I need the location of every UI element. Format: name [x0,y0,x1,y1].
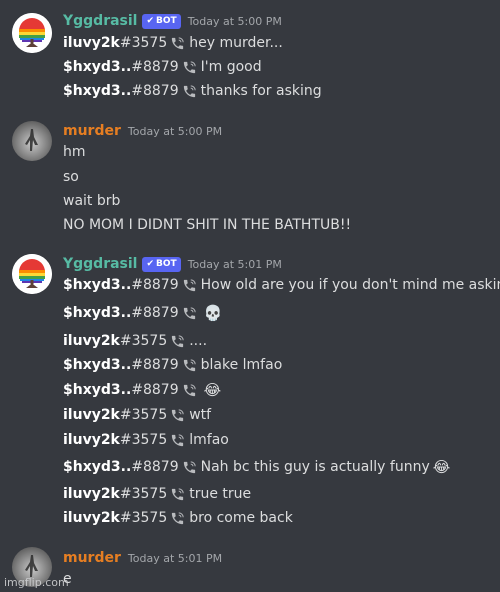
message-line: iluvy2k #3575 true true [63,484,251,504]
phone-icon [172,408,184,421]
caller-tag: #8879 [131,459,179,475]
message-header: Yggdrasil ✔ BOT Today at 5:00 PM [63,11,282,31]
message-text: lmfao [189,432,229,448]
caller-username: $hxyd3.. [63,459,132,475]
caller-username: iluvy2k [63,333,120,349]
message-text: so [63,169,79,185]
caller-username: $hxyd3.. [63,277,132,293]
message-text: Nah bc this guy is actually funny [200,459,430,475]
caller-username: $hxyd3.. [63,59,132,75]
figure-avatar-icon [25,129,38,151]
message-header: murder Today at 5:00 PM [63,121,222,141]
message-line: iluvy2k #3575 bro come back [63,508,293,528]
skull-emoji-icon: 💀 [203,304,223,322]
message-text: true true [189,486,252,502]
message-line: $hxyd3.. #8879 blake lmfao [63,355,282,375]
caller-tag: #3575 [119,407,168,423]
message-line: so [63,167,79,187]
bot-badge-label: BOT [156,15,177,26]
message-text: wait brb [63,193,121,209]
caller-username: $hxyd3.. [63,83,132,99]
message-text: bro come back [189,510,293,526]
message-line: $hxyd3.. #8879 😂 [63,380,221,400]
phone-icon [172,433,184,446]
checkmark-icon: ✔ [146,258,155,269]
message-header: murder Today at 5:01 PM [63,548,222,568]
caller-username: $hxyd3.. [63,305,132,321]
author-name[interactable]: murder [63,123,121,139]
yggdrasil-avatar[interactable] [12,13,52,53]
timestamp: Today at 5:01 PM [187,257,282,271]
message-line: $hxyd3.. #8879 Nah bc this guy is actuall… [63,457,450,477]
author-name[interactable]: murder [63,550,121,566]
author-name[interactable]: Yggdrasil [63,256,137,272]
caller-tag: #3575 [119,333,168,349]
phone-icon [172,511,184,524]
caller-username: iluvy2k [63,486,120,502]
caller-tag: #3575 [119,35,168,51]
phone-icon [183,60,196,73]
timestamp: Today at 5:00 PM [187,14,282,28]
message-line: iluvy2k #3575 wtf [63,405,211,425]
message-line: NO MOM I DIDNT SHIT IN THE BATHTUB!! [63,215,351,235]
murder-avatar[interactable] [12,121,52,161]
timestamp: Today at 5:01 PM [127,551,223,565]
caller-tag: #8879 [131,83,179,99]
laughing-emoji-icon: 😂 [203,381,222,399]
phone-icon [172,487,184,500]
message-text: wtf [189,407,212,423]
message-text: thanks for asking [200,83,322,99]
phone-icon [172,36,184,49]
message-line: $hxyd3.. #8879 I'm good [63,57,262,77]
phone-icon [183,84,196,97]
message-text: .... [189,333,208,349]
message-line: iluvy2k #3575 lmfao [63,430,229,450]
message-text: hm [63,144,86,160]
message-text: blake lmfao [200,357,283,373]
checkmark-icon: ✔ [146,15,155,26]
caller-tag: #8879 [131,59,179,75]
message-line: wait brb [63,191,120,211]
caller-tag: #8879 [131,382,179,398]
caller-tag: #8879 [131,277,179,293]
caller-tag: #8879 [131,357,179,373]
bot-badge: ✔ BOT [142,13,181,29]
caller-username: iluvy2k [63,432,120,448]
yggdrasil-avatar[interactable] [12,254,52,294]
timestamp: Today at 5:00 PM [127,124,223,138]
bot-badge-label: BOT [156,258,177,269]
phone-icon [183,306,196,319]
caller-username: $hxyd3.. [63,357,132,373]
caller-username: iluvy2k [63,35,120,51]
message-line: $hxyd3.. #8879 💀 [63,303,222,323]
caller-username: iluvy2k [63,510,120,526]
message-line: hm [63,142,86,162]
message-line: iluvy2k #3575 hey murder... [63,33,283,53]
message-text: hey murder... [189,35,283,51]
message-text: I'm good [200,59,262,75]
bot-badge: ✔ BOT [142,256,181,272]
phone-icon [183,358,196,371]
phone-icon [183,278,196,291]
laughing-emoji-icon: 😂 [432,458,451,476]
caller-tag: #3575 [119,486,168,502]
message-header: Yggdrasil ✔ BOT Today at 5:01 PM [63,254,282,274]
phone-icon [183,460,196,473]
imgflip-watermark: imgflip.com [4,576,69,589]
caller-username: iluvy2k [63,407,120,423]
message-line: $hxyd3.. #8879 thanks for asking [63,81,322,101]
caller-tag: #8879 [131,305,179,321]
phone-icon [183,383,196,396]
caller-tag: #3575 [119,510,168,526]
caller-tag: #3575 [119,432,168,448]
message-line: iluvy2k #3575 .... [63,331,207,351]
caller-username: $hxyd3.. [63,382,132,398]
message-text: NO MOM I DIDNT SHIT IN THE BATHTUB!! [63,217,352,233]
message-line: $hxyd3.. #8879 How old are you if you don… [63,275,500,295]
author-name[interactable]: Yggdrasil [63,13,137,29]
rainbow-tree-logo-icon [12,254,52,294]
message-text: How old are you if you don't mind me ask… [200,277,500,293]
phone-icon [172,334,184,347]
rainbow-tree-logo-icon [12,13,52,53]
